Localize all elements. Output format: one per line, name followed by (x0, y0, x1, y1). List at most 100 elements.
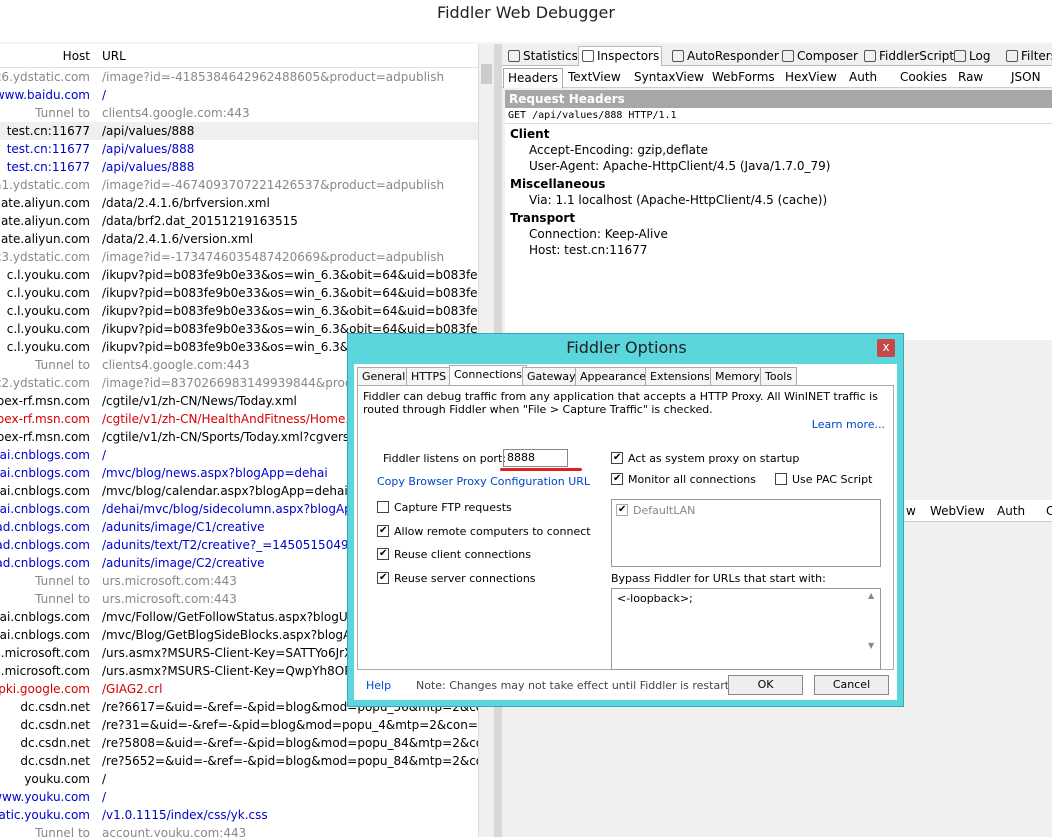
monitor-all-checkbox[interactable]: Monitor all connections (611, 472, 756, 486)
session-row[interactable]: ec6.ydstatic.com/image?id=-4185384642962… (0, 68, 478, 86)
allow-remote-checkbox[interactable]: Allow remote computers to connect (377, 524, 591, 538)
copy-proxy-url-link[interactable]: Copy Browser Proxy Configuration URL (377, 475, 590, 488)
tab-fiddlerscript-label: FiddlerScript (879, 49, 955, 63)
inspector-subtabs: Headers TextView SyntaxView WebForms Hex… (502, 66, 1052, 88)
subtab-w[interactable]: w (902, 502, 920, 522)
session-row[interactable]: dc.csdn.net/re?5808=&uid=-&ref=-&pid=blo… (0, 734, 478, 752)
group-transport[interactable]: Transport (510, 210, 1052, 226)
learn-more-link[interactable]: Learn more... (812, 418, 885, 431)
tab-fiddlerscript[interactable]: FiddlerScript (860, 46, 954, 66)
session-row[interactable]: test.cn:11677/api/values/888 (0, 122, 478, 140)
bypass-textarea[interactable]: <-loopback>; ▲ ▼ (611, 588, 881, 670)
connections-listbox[interactable]: DefaultLAN (611, 499, 881, 567)
session-host: i.ad.cnblogs.com (0, 538, 90, 552)
defaultlan-checkbox[interactable]: DefaultLAN (616, 503, 695, 517)
session-row[interactable]: ec3.ydstatic.com/image?id=-1734746035487… (0, 248, 478, 266)
session-row[interactable]: Tunnel to account.youku.com:443 (0, 824, 478, 837)
session-row[interactable]: c.l.youku.com/ikupv?pid=b083fe9b0e33&os=… (0, 284, 478, 302)
log-icon (954, 50, 966, 62)
tab-inspectors[interactable]: Inspectors (578, 46, 662, 66)
session-row[interactable]: www.baidu.com / (0, 86, 478, 104)
tab-autoresponder[interactable]: AutoResponder (668, 46, 779, 66)
session-row[interactable]: ea1.ydstatic.com/image?id=-4674093707221… (0, 176, 478, 194)
session-row[interactable]: pdate.aliyun.com/data/brf2.dat_201512191… (0, 212, 478, 230)
tab-autoresponder-label: AutoResponder (687, 49, 779, 63)
subtab-json[interactable]: JSON (1007, 68, 1045, 88)
session-row[interactable]: dc.csdn.net/re?5652=&uid=-&ref=-&pid=blo… (0, 752, 478, 770)
sessions-header: Host URL (0, 44, 478, 68)
session-row[interactable]: c.l.youku.com/ikupv?pid=b083fe9b0e33&os=… (0, 266, 478, 284)
reuse-client-checkbox[interactable]: Reuse client connections (377, 547, 531, 561)
session-url: /image?id=-4674093707221426537&product=a… (102, 178, 445, 192)
header-item[interactable]: Via: 1.1 localhost (Apache-HttpClient/4.… (529, 192, 1052, 208)
lightning-icon (672, 50, 684, 62)
use-pac-checkbox[interactable]: Use PAC Script (775, 473, 872, 486)
session-row[interactable]: pdate.aliyun.com/data/2.4.1.6/brfversion… (0, 194, 478, 212)
session-host: static.youku.com (0, 808, 90, 822)
subtab-headers[interactable]: Headers (503, 68, 563, 88)
tab-tools[interactable]: Tools (760, 367, 798, 386)
session-row[interactable]: dc.csdn.net/re?31=&uid=-&ref=-&pid=blog&… (0, 716, 478, 734)
subtab-c[interactable]: C (1042, 502, 1052, 522)
tab-appearance[interactable]: Appearance (575, 367, 652, 386)
allow-remote-label: Allow remote computers to connect (394, 525, 591, 538)
tab-connections[interactable]: Connections (449, 365, 527, 386)
session-row[interactable]: Tunnel to clients4.google.com:443 (0, 104, 478, 122)
checkbox-checked-icon (611, 472, 623, 485)
subtab-syntaxview[interactable]: SyntaxView (630, 68, 708, 88)
cancel-button[interactable]: Cancel (814, 675, 889, 695)
statistics-icon (508, 50, 520, 62)
tab-general[interactable]: General (357, 367, 411, 386)
session-url: /v1.0.1115/index/css/yk.css (102, 808, 268, 822)
session-host: test.cn:11677 (6, 160, 90, 174)
dialog-title: Fiddler Options (566, 338, 687, 357)
column-header-url[interactable]: URL (102, 49, 126, 63)
tab-statistics[interactable]: Statistics (504, 46, 578, 66)
tab-log[interactable]: Log (950, 46, 992, 66)
act-as-proxy-checkbox[interactable]: Act as system proxy on startup (611, 451, 799, 465)
subtab-webview[interactable]: WebView (926, 502, 989, 522)
group-client[interactable]: Client (510, 126, 1052, 142)
session-row[interactable]: static.youku.com/v1.0.1115/index/css/yk.… (0, 806, 478, 824)
tab-filters[interactable]: Filters (1002, 46, 1052, 66)
tab-memory[interactable]: Memory (710, 367, 765, 386)
port-input[interactable]: 8888 (503, 449, 568, 467)
session-row[interactable]: youku.com / (0, 770, 478, 788)
session-url: /adunits/image/C2/creative (102, 556, 265, 570)
session-row[interactable]: test.cn:11677/api/values/888 (0, 140, 478, 158)
session-row[interactable]: c.l.youku.com/ikupv?pid=b083fe9b0e33&os=… (0, 302, 478, 320)
port-label: Fiddler listens on port: (383, 452, 506, 465)
tab-composer[interactable]: Composer (778, 46, 858, 66)
session-host: opex-rf.msn.com (0, 430, 90, 444)
session-row[interactable]: pdate.aliyun.com/data/2.4.1.6/version.xm… (0, 230, 478, 248)
subtab-textview[interactable]: TextView (564, 68, 625, 88)
textarea-scroll-arrows[interactable]: ▲ ▼ (868, 591, 878, 651)
subtab-webforms[interactable]: WebForms (708, 68, 779, 88)
help-link[interactable]: Help (366, 679, 391, 692)
header-item[interactable]: Connection: Keep-Alive (529, 226, 1052, 242)
ok-button[interactable]: OK (728, 675, 803, 695)
options-tabs: General HTTPS Connections Gateway Appear… (357, 365, 894, 386)
tab-gateway[interactable]: Gateway (522, 367, 581, 386)
tab-extensions[interactable]: Extensions (645, 367, 715, 386)
session-url: /adunits/image/C1/creative (102, 520, 265, 534)
header-item[interactable]: Accept-Encoding: gzip,deflate (529, 142, 1052, 158)
header-item[interactable]: User-Agent: Apache-HttpClient/4.5 (Java/… (529, 158, 1052, 174)
subtab-auth[interactable]: Auth (845, 68, 881, 88)
subtab-auth-response[interactable]: Auth (993, 502, 1029, 522)
subtab-hexview[interactable]: HexView (781, 68, 841, 88)
session-row[interactable]: www.youku.com / (0, 788, 478, 806)
column-header-host[interactable]: Host (63, 49, 90, 63)
group-miscellaneous[interactable]: Miscellaneous (510, 176, 1052, 192)
header-item[interactable]: Host: test.cn:11677 (529, 242, 1052, 258)
session-row[interactable]: test.cn:11677/api/values/888 (0, 158, 478, 176)
reuse-client-label: Reuse client connections (394, 548, 531, 561)
subtab-cookies[interactable]: Cookies (896, 68, 951, 88)
reuse-server-label: Reuse server connections (394, 572, 536, 585)
scroll-thumb[interactable] (481, 64, 492, 84)
capture-ftp-checkbox[interactable]: Capture FTP requests (377, 501, 512, 514)
reuse-server-checkbox[interactable]: Reuse server connections (377, 571, 536, 585)
tab-https[interactable]: HTTPS (406, 367, 452, 386)
subtab-raw[interactable]: Raw (954, 68, 987, 88)
close-button[interactable]: x (877, 339, 895, 357)
